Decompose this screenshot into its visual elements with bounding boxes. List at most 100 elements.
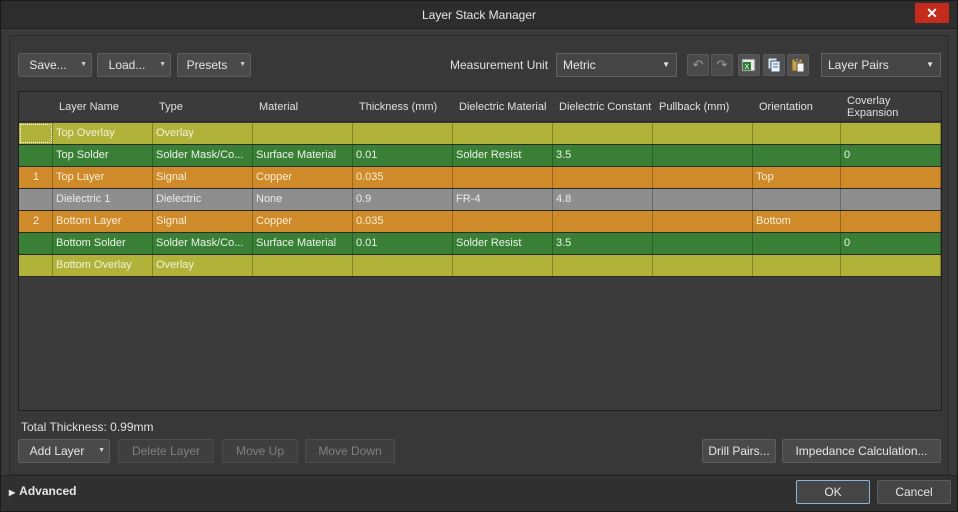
cell-diel-material[interactable] bbox=[453, 123, 553, 144]
header-thickness[interactable]: Thickness (mm) bbox=[353, 92, 453, 122]
cell-orientation[interactable]: Top bbox=[753, 167, 841, 188]
cell-pullback[interactable] bbox=[653, 123, 753, 144]
cell-orientation[interactable] bbox=[753, 189, 841, 210]
cell-diel-constant[interactable] bbox=[553, 211, 653, 232]
ok-button[interactable]: OK bbox=[796, 480, 870, 504]
cell-type[interactable]: Signal bbox=[153, 167, 253, 188]
cell-type[interactable]: Overlay bbox=[153, 123, 253, 144]
export-excel-button[interactable]: X bbox=[738, 54, 760, 76]
cell-coverlay[interactable] bbox=[841, 189, 941, 210]
cell-material[interactable] bbox=[253, 255, 353, 276]
cell-orientation[interactable]: Bottom bbox=[753, 211, 841, 232]
header-material[interactable]: Material bbox=[253, 92, 353, 122]
cell-coverlay[interactable]: 0 bbox=[841, 145, 941, 166]
table-row[interactable]: Dielectric 1 Dielectric None 0.9 FR-4 4.8 bbox=[19, 189, 941, 211]
cell-diel-constant[interactable]: 3.5 bbox=[553, 145, 653, 166]
cell-num[interactable] bbox=[19, 189, 53, 210]
cell-type[interactable]: Overlay bbox=[153, 255, 253, 276]
cell-name[interactable]: Bottom Layer bbox=[53, 211, 153, 232]
cell-pullback[interactable] bbox=[653, 255, 753, 276]
cell-name[interactable]: Bottom Overlay bbox=[53, 255, 153, 276]
cell-thickness[interactable]: 0.01 bbox=[353, 145, 453, 166]
cell-pullback[interactable] bbox=[653, 189, 753, 210]
cell-coverlay[interactable] bbox=[841, 123, 941, 144]
move-up-button[interactable]: Move Up bbox=[222, 439, 298, 463]
header-coverlay-expansion[interactable]: Coverlay Expansion bbox=[841, 92, 941, 122]
cell-diel-constant[interactable] bbox=[553, 255, 653, 276]
cell-coverlay[interactable] bbox=[841, 167, 941, 188]
header-type[interactable]: Type bbox=[153, 92, 253, 122]
cell-diel-constant[interactable]: 3.5 bbox=[553, 233, 653, 254]
paste-button[interactable] bbox=[787, 54, 809, 76]
cancel-button[interactable]: Cancel bbox=[877, 480, 951, 504]
header-layer-name[interactable]: Layer Name bbox=[53, 92, 153, 122]
undo-button[interactable]: ↶ bbox=[687, 54, 709, 76]
layer-pairs-select[interactable]: Layer Pairs ▼ bbox=[821, 53, 941, 77]
advanced-toggle[interactable]: ▶ Advanced bbox=[9, 484, 77, 498]
delete-layer-button[interactable]: Delete Layer bbox=[118, 439, 214, 463]
cell-diel-constant[interactable] bbox=[553, 167, 653, 188]
copy-button[interactable] bbox=[763, 54, 785, 76]
cell-pullback[interactable] bbox=[653, 233, 753, 254]
cell-num[interactable] bbox=[19, 233, 53, 254]
header-dielectric-constant[interactable]: Dielectric Constant bbox=[553, 92, 653, 122]
cell-thickness[interactable] bbox=[353, 123, 453, 144]
redo-button[interactable]: ↷ bbox=[711, 54, 733, 76]
cell-num[interactable] bbox=[19, 145, 53, 166]
cell-pullback[interactable] bbox=[653, 167, 753, 188]
cell-diel-material[interactable]: Solder Resist bbox=[453, 145, 553, 166]
cell-name[interactable]: Dielectric 1 bbox=[53, 189, 153, 210]
cell-diel-material[interactable] bbox=[453, 211, 553, 232]
table-row[interactable]: Bottom Solder Solder Mask/Co... Surface Ma… bbox=[19, 233, 941, 255]
cell-thickness[interactable]: 0.9 bbox=[353, 189, 453, 210]
cell-diel-constant[interactable]: 4.8 bbox=[553, 189, 653, 210]
cell-orientation[interactable] bbox=[753, 145, 841, 166]
impedance-calculation-button[interactable]: Impedance Calculation... bbox=[782, 439, 941, 463]
load-button[interactable]: Load... ▼ bbox=[97, 53, 171, 77]
cell-diel-material[interactable]: Solder Resist bbox=[453, 233, 553, 254]
cell-material[interactable]: Copper bbox=[253, 211, 353, 232]
table-row[interactable]: 1 Top Layer Signal Copper 0.035 Top bbox=[19, 167, 941, 189]
cell-diel-material[interactable] bbox=[453, 255, 553, 276]
cell-thickness[interactable]: 0.035 bbox=[353, 167, 453, 188]
table-row[interactable]: Top Solder Solder Mask/Co... Surface Mater… bbox=[19, 145, 941, 167]
cell-num[interactable]: 2 bbox=[19, 211, 53, 232]
cell-diel-material[interactable]: FR-4 bbox=[453, 189, 553, 210]
cell-type[interactable]: Dielectric bbox=[153, 189, 253, 210]
cell-coverlay[interactable] bbox=[841, 211, 941, 232]
cell-diel-material[interactable] bbox=[453, 167, 553, 188]
cell-name[interactable]: Top Solder bbox=[53, 145, 153, 166]
table-row[interactable]: 2 Bottom Layer Signal Copper 0.035 Bottom bbox=[19, 211, 941, 233]
cell-material[interactable]: Surface Material bbox=[253, 233, 353, 254]
cell-name[interactable]: Top Layer bbox=[53, 167, 153, 188]
header-dielectric-material[interactable]: Dielectric Material bbox=[453, 92, 553, 122]
cell-material[interactable]: Surface Material bbox=[253, 145, 353, 166]
cell-num[interactable] bbox=[19, 123, 53, 144]
cell-diel-constant[interactable] bbox=[553, 123, 653, 144]
cell-thickness[interactable] bbox=[353, 255, 453, 276]
drill-pairs-button[interactable]: Drill Pairs... bbox=[702, 439, 776, 463]
cell-orientation[interactable] bbox=[753, 123, 841, 144]
cell-type[interactable]: Solder Mask/Co... bbox=[153, 233, 253, 254]
cell-type[interactable]: Solder Mask/Co... bbox=[153, 145, 253, 166]
add-layer-button[interactable]: Add Layer ▼ bbox=[18, 439, 110, 463]
cell-coverlay[interactable] bbox=[841, 255, 941, 276]
cell-thickness[interactable]: 0.01 bbox=[353, 233, 453, 254]
move-down-button[interactable]: Move Down bbox=[305, 439, 395, 463]
save-button[interactable]: Save... ▼ bbox=[18, 53, 92, 77]
cell-name[interactable]: Bottom Solder bbox=[53, 233, 153, 254]
cell-material[interactable] bbox=[253, 123, 353, 144]
cell-pullback[interactable] bbox=[653, 211, 753, 232]
cell-material[interactable]: None bbox=[253, 189, 353, 210]
table-row[interactable]: Bottom Overlay Overlay bbox=[19, 255, 941, 277]
cell-material[interactable]: Copper bbox=[253, 167, 353, 188]
close-button[interactable]: ✕ bbox=[915, 3, 949, 23]
cell-type[interactable]: Signal bbox=[153, 211, 253, 232]
cell-thickness[interactable]: 0.035 bbox=[353, 211, 453, 232]
cell-coverlay[interactable]: 0 bbox=[841, 233, 941, 254]
cell-num[interactable]: 1 bbox=[19, 167, 53, 188]
measurement-unit-select[interactable]: Metric ▼ bbox=[556, 53, 677, 77]
cell-orientation[interactable] bbox=[753, 255, 841, 276]
header-orientation[interactable]: Orientation bbox=[753, 92, 841, 122]
cell-orientation[interactable] bbox=[753, 233, 841, 254]
